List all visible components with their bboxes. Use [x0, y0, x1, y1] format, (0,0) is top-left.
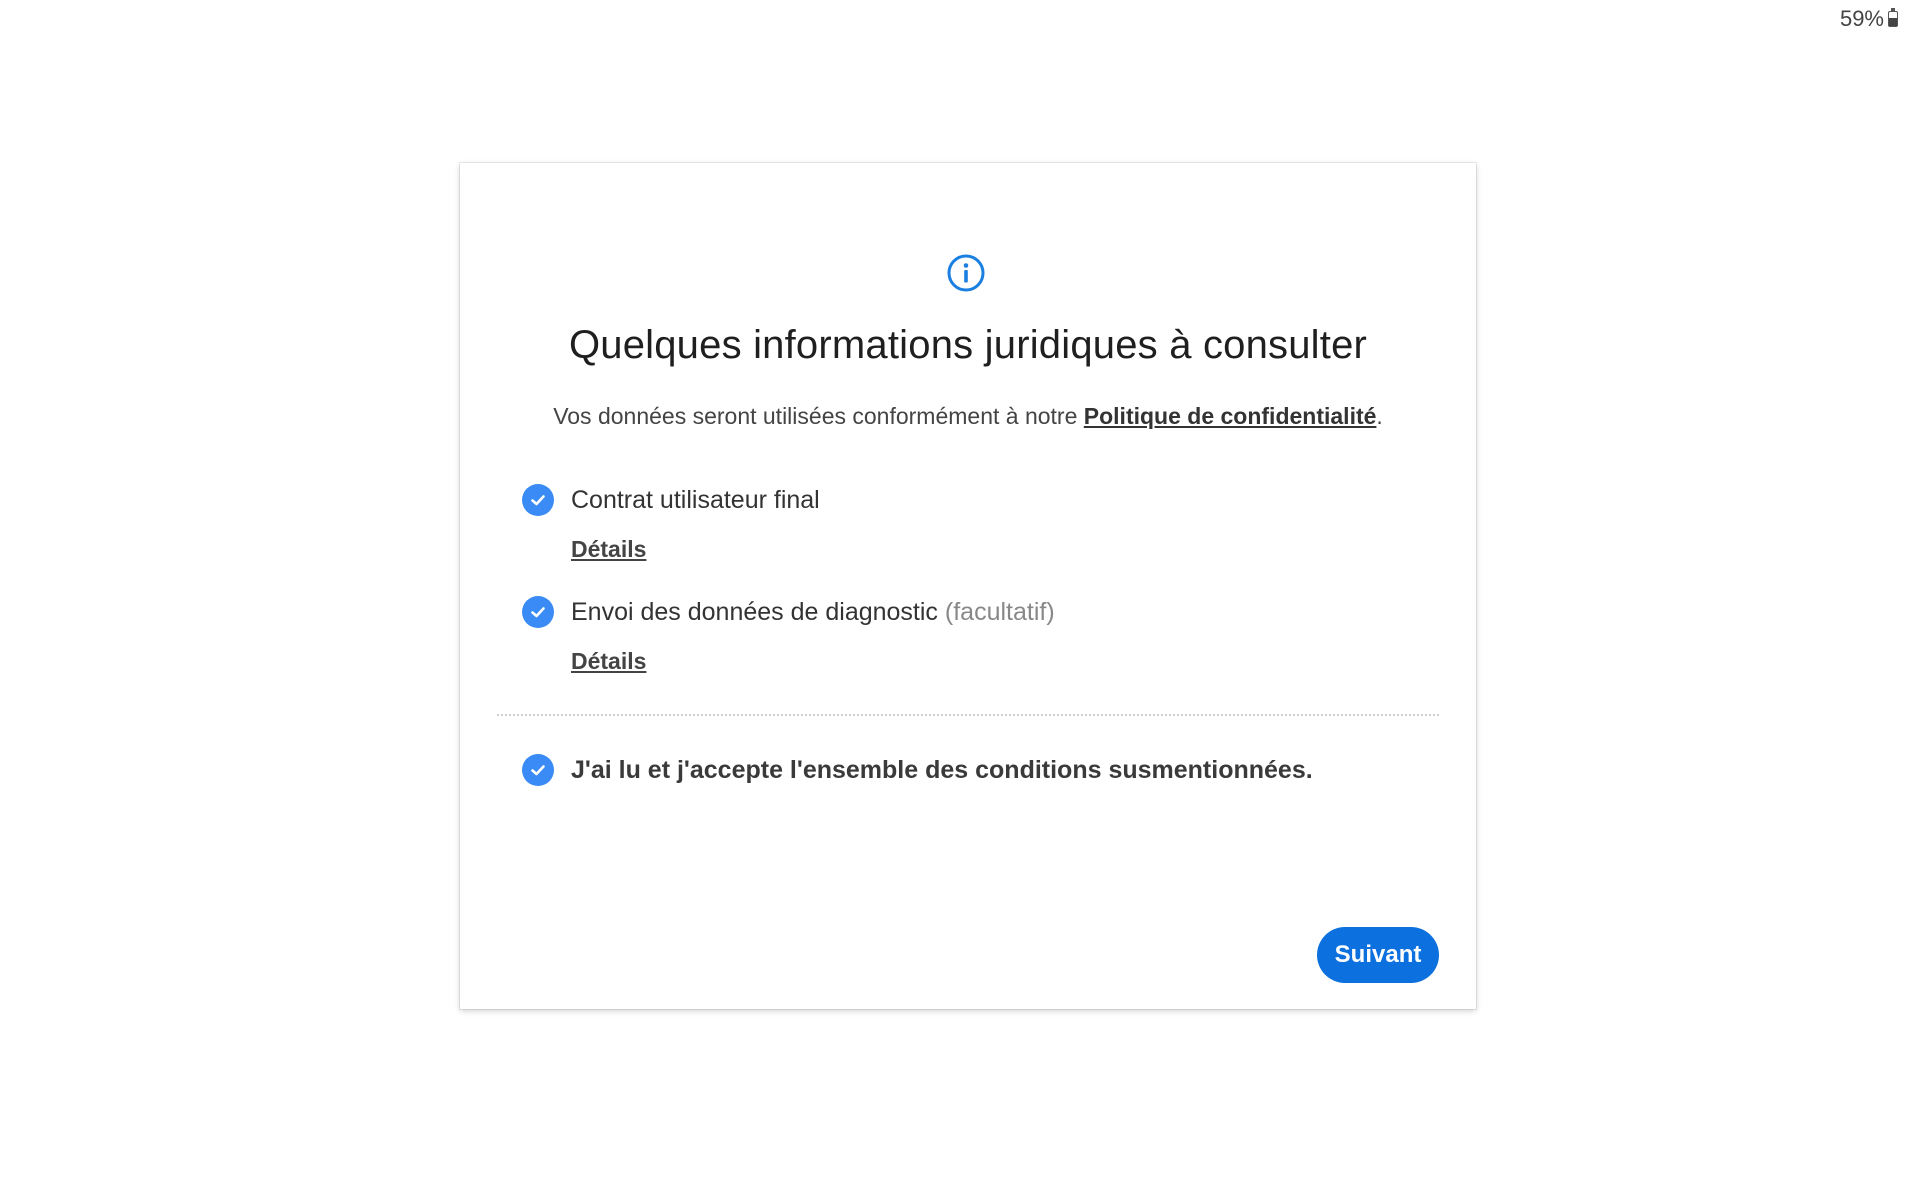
optional-tag: (facultatif)	[944, 597, 1055, 626]
accept-all-label: J'ai lu et j'accepte l'ensemble des cond…	[571, 755, 1313, 784]
divider	[497, 714, 1439, 716]
battery-icon	[1888, 8, 1898, 27]
dialog-title: Quelques informations juridiques à consu…	[568, 323, 1368, 367]
next-button[interactable]: Suivant	[1317, 927, 1439, 983]
status-bar: 59%	[1840, 6, 1898, 32]
checkmark-icon[interactable]	[522, 596, 554, 628]
battery-percentage: 59%	[1839, 6, 1884, 31]
diagnostic-data-label: Envoi des données de diagnostic (faculta…	[571, 597, 1055, 626]
accept-all-item[interactable]: J'ai lu et j'accepte l'ensemble des cond…	[522, 754, 1313, 786]
diagnostic-details-link[interactable]: Détails	[571, 648, 646, 675]
subtitle-period: .	[1376, 403, 1383, 429]
checkmark-icon[interactable]	[522, 754, 554, 786]
eula-item[interactable]: Contrat utilisateur final	[522, 484, 820, 516]
subtitle-text: Vos données seront utilisées conformémen…	[553, 403, 1084, 429]
eula-label: Contrat utilisateur final	[571, 485, 820, 514]
info-icon	[947, 254, 985, 292]
privacy-policy-link[interactable]: Politique de confidentialité	[1084, 403, 1377, 429]
legal-info-dialog: Quelques informations juridiques à consu…	[460, 163, 1476, 1009]
checkmark-icon[interactable]	[522, 484, 554, 516]
diagnostic-data-item[interactable]: Envoi des données de diagnostic (faculta…	[522, 596, 1055, 628]
dialog-subtitle: Vos données seront utilisées conformémen…	[460, 403, 1476, 430]
eula-details-link[interactable]: Détails	[571, 536, 646, 563]
